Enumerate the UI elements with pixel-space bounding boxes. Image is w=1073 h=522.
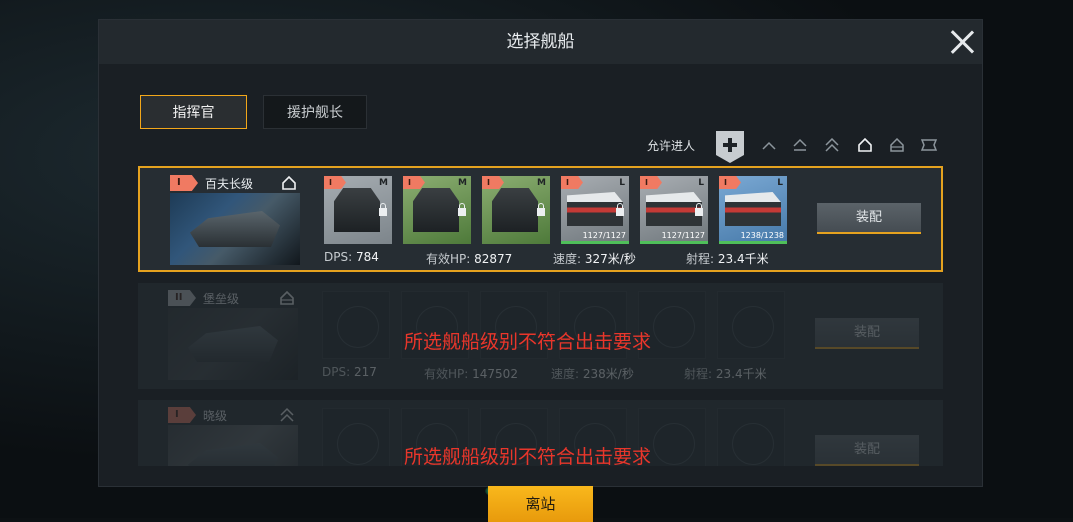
close-icon[interactable] [949, 29, 975, 55]
select-ship-dialog: 选择舰船 指挥官 援护舰长 允许进人 I 百夫长级 I M I M I M I … [99, 20, 982, 522]
ineligible-warning: 所选舰船级别不符合出击要求 [404, 331, 652, 353]
weapon-slot[interactable]: IL 1127/1127 [640, 176, 708, 244]
weapon-slot[interactable]: IM [324, 176, 392, 244]
class-filter-destroyer-icon[interactable] [792, 138, 808, 152]
weapon-slot[interactable]: IM [482, 176, 550, 244]
leave-station-button[interactable]: 离站 [488, 486, 593, 522]
ammo-count: 1127/1127 [661, 231, 705, 240]
ammo-count: 1127/1127 [582, 231, 626, 240]
ship-class-name: 堡垒级 [203, 292, 240, 306]
lock-icon [616, 203, 624, 216]
stat-effective-hp: 有效HP: 82877 [426, 252, 513, 266]
lock-icon [458, 203, 466, 216]
ship-row[interactable]: II 堡垒级 DPS: 217 有效HP: 147502 速度: 238米/秒 … [138, 283, 943, 389]
weapon-slot[interactable]: IM [403, 176, 471, 244]
ship-image [168, 308, 298, 380]
tab-commander[interactable]: 指挥官 [140, 95, 247, 129]
ship-class-name: 百夫长级 [205, 177, 254, 191]
dialog-title: 选择舰船 [99, 20, 982, 64]
ship-row[interactable]: I 晓级 装配 所选舰船级别不符合出击要求 [138, 400, 943, 466]
stat-range: 射程: 23.4千米 [684, 367, 767, 381]
equip-button[interactable]: 装配 [815, 435, 919, 466]
ship-class-icon [279, 407, 295, 423]
rank-badge: II [168, 290, 196, 306]
stat-speed: 速度: 327米/秒 [553, 252, 636, 266]
ineligible-warning: 所选舰船级别不符合出击要求 [404, 446, 652, 466]
ship-class-name: 晓级 [203, 409, 228, 423]
equip-button[interactable]: 装配 [817, 203, 921, 234]
stat-speed: 速度: 238米/秒 [551, 367, 634, 381]
allow-entry-label: 允许进人 [647, 139, 696, 153]
equip-button[interactable]: 装配 [815, 318, 919, 349]
ship-class-icon [281, 175, 297, 191]
tab-escort-captain[interactable]: 援护舰长 [263, 95, 367, 129]
ship-image [170, 193, 300, 265]
weapon-slot[interactable] [322, 408, 390, 466]
weapon-slot[interactable] [717, 291, 785, 359]
stat-effective-hp: 有效HP: 147502 [424, 367, 518, 381]
class-filter-frigate-icon[interactable] [761, 138, 777, 152]
dialog-body: 指挥官 援护舰长 允许进人 I 百夫长级 I M I M I M I L 112… [99, 64, 982, 522]
lock-icon [379, 203, 387, 216]
lock-icon [695, 203, 703, 216]
class-filter-auxiliary-icon[interactable] [889, 138, 905, 152]
ship-row[interactable]: I 百夫长级 IM IM IM IL 1127/1127 IL 1127/112… [138, 166, 943, 272]
rank-badge: I [170, 175, 198, 191]
stat-range: 射程: 23.4千米 [686, 252, 769, 266]
weapon-slot[interactable]: IL 1238/1238 [719, 176, 787, 244]
cross-shield-icon[interactable] [716, 131, 744, 163]
weapon-slot[interactable] [717, 408, 785, 466]
class-filter-cruiser-icon[interactable] [824, 138, 840, 152]
stat-dps: DPS: 784 [324, 250, 379, 264]
ammo-count: 1238/1238 [740, 231, 784, 240]
rank-badge: I [168, 407, 196, 423]
stat-dps: DPS: 217 [322, 365, 377, 379]
lock-icon [537, 203, 545, 216]
class-filter-battlecruiser-icon[interactable] [857, 138, 873, 152]
weapon-slot[interactable] [322, 291, 390, 359]
ship-image [168, 425, 298, 466]
ship-class-icon [279, 290, 295, 306]
weapon-slot[interactable]: IL 1127/1127 [561, 176, 629, 244]
class-filter-carrier-icon[interactable] [921, 138, 937, 152]
